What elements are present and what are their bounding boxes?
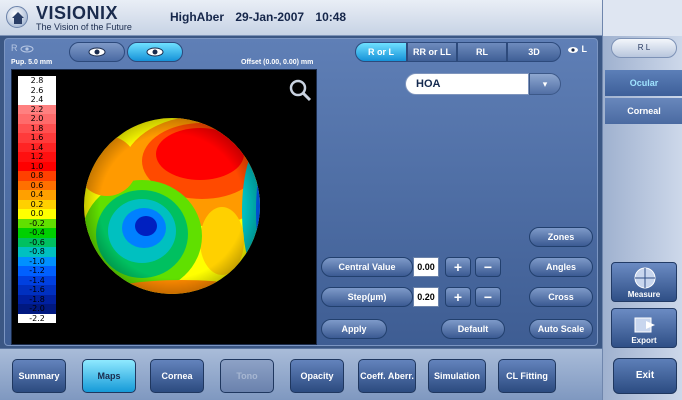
step-decrease-button[interactable]: − bbox=[475, 287, 501, 307]
default-button[interactable]: Default bbox=[441, 319, 505, 339]
exit-button[interactable]: Exit bbox=[613, 358, 677, 394]
scale-step: -2.0 bbox=[18, 304, 56, 314]
bottom-navigation: Summary Maps Cornea Tono Opacity Coeff. … bbox=[0, 348, 602, 400]
zones-button[interactable]: Zones bbox=[529, 227, 593, 247]
view-rr-or-ll[interactable]: RR or LL bbox=[407, 42, 457, 62]
nav-coeff-aberr[interactable]: Coeff. Aberr. bbox=[358, 359, 416, 393]
view-r-or-l[interactable]: R or L bbox=[355, 42, 407, 62]
central-value-increase-button[interactable]: + bbox=[445, 257, 471, 277]
cross-button[interactable]: Cross bbox=[529, 287, 593, 307]
right-left-indicator: R bbox=[11, 43, 34, 53]
plus-icon: + bbox=[453, 259, 463, 275]
scale-step: -0.4 bbox=[18, 228, 56, 238]
scale-step: 2.8 bbox=[18, 76, 56, 86]
aberration-map[interactable]: 2.8 2.6 2.4 2.2 2.0 1.8 1.6 1.4 1.2 1.0 0.8 0.6 0.4 0… bbox=[11, 69, 317, 345]
pupil-size: Pup. 5.0 mm bbox=[11, 59, 53, 66]
view-3d[interactable]: 3D bbox=[507, 42, 561, 62]
apply-button[interactable]: Apply bbox=[321, 319, 387, 339]
scale-step: 0.0 bbox=[18, 209, 56, 219]
scale-step: 1.8 bbox=[18, 123, 56, 133]
map-panel: R Pup. 5.0 mm Offset (0.00, 0.00) mm R o… bbox=[4, 38, 598, 346]
scale-step: 0.4 bbox=[18, 190, 56, 200]
scale-step: -1.6 bbox=[18, 285, 56, 295]
scale-step: 1.0 bbox=[18, 161, 56, 171]
right-panel: R L Ocular Corneal Measure Export Exit bbox=[602, 0, 682, 400]
scale-step: -1.2 bbox=[18, 266, 56, 276]
step-label: Step(µm) bbox=[321, 287, 413, 307]
scale-step: 1.4 bbox=[18, 142, 56, 152]
measure-icon bbox=[634, 267, 656, 289]
scale-step: -1.0 bbox=[18, 256, 56, 266]
exam-date: 29-Jan-2007 bbox=[235, 10, 305, 24]
scale-step: -0.8 bbox=[18, 247, 56, 257]
home-button[interactable] bbox=[6, 6, 28, 28]
nav-cl-fitting[interactable]: CL Fitting bbox=[498, 359, 556, 393]
eye-view-button[interactable] bbox=[69, 42, 125, 62]
scale-step: 2.6 bbox=[18, 85, 56, 95]
view-rl[interactable]: RL bbox=[457, 42, 507, 62]
scale-step: 2.2 bbox=[18, 104, 56, 114]
minus-icon: − bbox=[483, 259, 493, 275]
central-value-field[interactable]: 0.00 bbox=[413, 257, 439, 277]
nav-maps[interactable]: Maps bbox=[82, 359, 136, 393]
eye-icon bbox=[88, 47, 106, 57]
scale-step: 1.2 bbox=[18, 152, 56, 162]
scale-step: -2.2 bbox=[18, 313, 56, 323]
right-panel-header bbox=[603, 0, 682, 36]
central-value-label: Central Value bbox=[321, 257, 413, 277]
logo: VISIONIX The Vision of the Future bbox=[36, 3, 132, 32]
topography-map bbox=[84, 118, 260, 294]
auto-scale-button[interactable]: Auto Scale bbox=[529, 319, 593, 339]
color-scale: 2.8 2.6 2.4 2.2 2.0 1.8 1.6 1.4 1.2 1.0 0.8 0.6 0.4 0… bbox=[18, 76, 56, 323]
step-field[interactable]: 0.20 bbox=[413, 287, 439, 307]
scale-step: 0.2 bbox=[18, 199, 56, 209]
scale-step: 1.6 bbox=[18, 133, 56, 143]
scale-step: 0.6 bbox=[18, 180, 56, 190]
scale-step: 2.0 bbox=[18, 114, 56, 124]
header-bar: VISIONIX The Vision of the Future HighAb… bbox=[0, 0, 602, 36]
map-type-dropdown-button[interactable]: ▾ bbox=[529, 73, 561, 95]
patient-name: HighAber bbox=[170, 10, 224, 24]
nav-tono[interactable]: Tono bbox=[220, 359, 274, 393]
nav-summary[interactable]: Summary bbox=[12, 359, 66, 393]
zoom-icon[interactable] bbox=[288, 78, 312, 102]
chevron-down-icon: ▾ bbox=[542, 79, 548, 89]
export-button[interactable]: Export bbox=[611, 308, 677, 348]
map-type-select[interactable]: HOA bbox=[405, 73, 529, 95]
scale-step: -0.2 bbox=[18, 218, 56, 228]
scale-step: 0.8 bbox=[18, 171, 56, 181]
plus-icon: + bbox=[453, 289, 463, 305]
tab-ocular[interactable]: Ocular bbox=[605, 70, 682, 96]
nav-simulation[interactable]: Simulation bbox=[428, 359, 486, 393]
exam-time: 10:48 bbox=[315, 10, 347, 24]
tab-corneal[interactable]: Corneal bbox=[605, 98, 682, 124]
nav-cornea[interactable]: Cornea bbox=[150, 359, 204, 393]
measure-button[interactable]: Measure bbox=[611, 262, 677, 302]
scale-step: -0.6 bbox=[18, 237, 56, 247]
eye-view-button-active[interactable] bbox=[127, 42, 183, 62]
minus-icon: − bbox=[483, 289, 493, 305]
export-icon bbox=[634, 317, 655, 333]
angles-button[interactable]: Angles bbox=[529, 257, 593, 277]
home-icon bbox=[12, 12, 24, 24]
eye-icon bbox=[146, 47, 164, 57]
eye-icon bbox=[20, 45, 34, 53]
brand-name: VISIONIX bbox=[36, 3, 119, 23]
step-increase-button[interactable]: + bbox=[445, 287, 471, 307]
offset-readout: Offset (0.00, 0.00) mm bbox=[241, 59, 314, 66]
nav-opacity[interactable]: Opacity bbox=[290, 359, 344, 393]
eye-toggle[interactable]: R L bbox=[611, 38, 677, 58]
scale-step: -1.4 bbox=[18, 275, 56, 285]
scale-step: 2.4 bbox=[18, 95, 56, 105]
scale-step: -1.8 bbox=[18, 294, 56, 304]
exam-info: HighAber 29-Jan-2007 10:48 bbox=[170, 10, 354, 24]
central-value-decrease-button[interactable]: − bbox=[475, 257, 501, 277]
brand-tagline: The Vision of the Future bbox=[36, 22, 132, 32]
eye-side-indicator: L bbox=[567, 44, 587, 54]
eye-icon bbox=[568, 46, 578, 53]
